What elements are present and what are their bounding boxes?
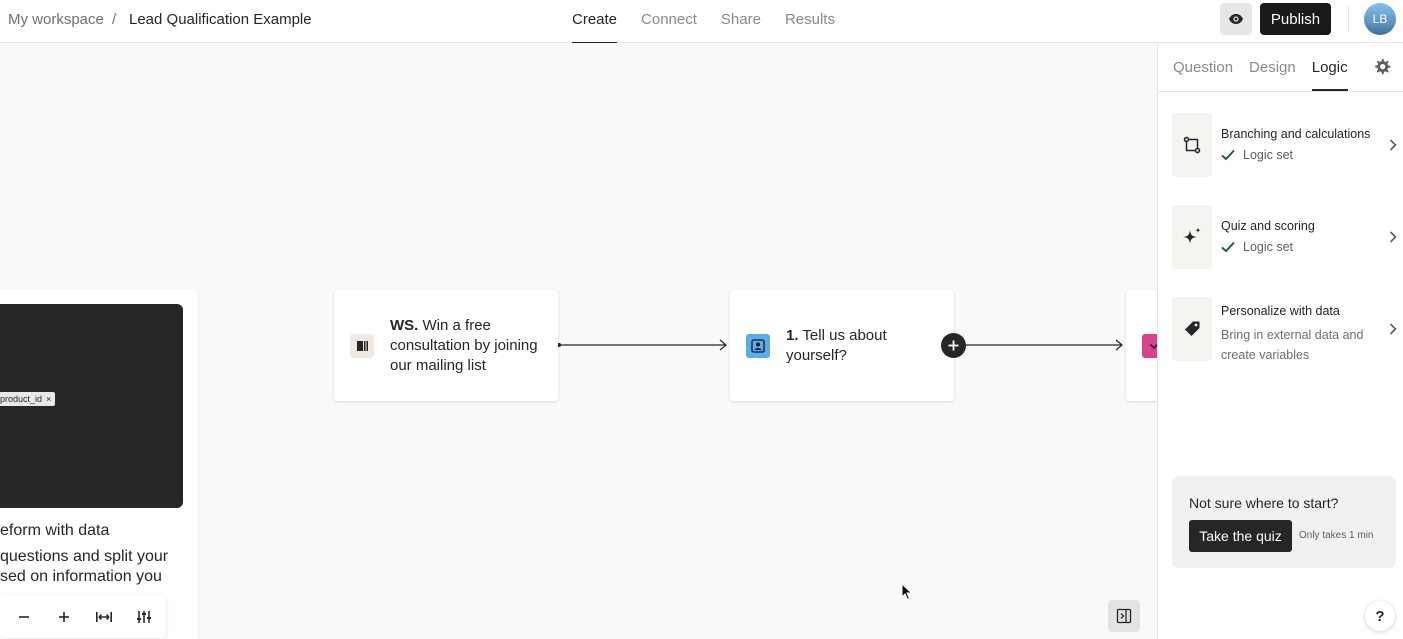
breadcrumb-workspace[interactable]: My workspace	[8, 11, 104, 28]
mouse-cursor-icon	[901, 583, 913, 601]
option-status: Logic set	[1221, 240, 1293, 254]
node-title: Tell us about yourself?	[786, 327, 887, 364]
right-panel: Question Design Logic Branching and calc…	[1157, 43, 1403, 639]
quiz-prompt-question: Not sure where to start?	[1189, 495, 1339, 511]
quiz-prompt-card: Not sure where to start? Take the quiz O…	[1172, 476, 1396, 568]
breadcrumb-separator: /	[112, 11, 117, 28]
panel-collapse-icon	[1116, 608, 1132, 624]
panel-tabs-divider	[1158, 91, 1403, 92]
eye-icon	[1229, 14, 1243, 24]
main-nav-tabs: Create Connect Share Results	[572, 0, 835, 44]
connector-ws-to-1	[559, 339, 727, 351]
publish-button[interactable]: Publish	[1260, 3, 1331, 35]
chevron-right-icon	[1389, 231, 1397, 243]
tag-icon	[1185, 321, 1200, 336]
tab-connect[interactable]: Connect	[641, 0, 697, 43]
option-icon-box	[1172, 205, 1212, 269]
tab-design[interactable]: Design	[1249, 43, 1296, 91]
breadcrumb-form-name[interactable]: Lead Qualification Example	[129, 11, 312, 28]
option-title: Personalize with data	[1221, 304, 1340, 318]
question-node-partial[interactable]	[1126, 290, 1157, 401]
dropdown-icon	[1149, 343, 1157, 350]
branching-icon	[1183, 136, 1201, 154]
take-quiz-button[interactable]: Take the quiz	[1189, 520, 1292, 552]
help-button[interactable]: ?	[1365, 601, 1395, 631]
node-label: WS. Win a free consultation by joining o…	[390, 316, 550, 376]
checkmark-icon	[1221, 149, 1235, 161]
avatar[interactable]: LB	[1364, 3, 1396, 35]
node-ref: 1.	[786, 327, 799, 344]
option-status-label: Logic set	[1243, 148, 1294, 162]
chevron-right-icon	[1389, 323, 1397, 335]
option-title: Branching and calculations	[1221, 127, 1371, 141]
flow-canvas[interactable]: product_id × eform with data questions a…	[0, 43, 1157, 639]
top-bar: My workspace / Lead Qualification Exampl…	[0, 0, 1403, 44]
option-title: Quiz and scoring	[1221, 219, 1315, 233]
header-divider	[1348, 6, 1349, 32]
node-type-badge	[1142, 334, 1157, 358]
question-node[interactable]: 1. Tell us about yourself?	[730, 290, 954, 401]
connector-1-to-2	[966, 339, 1123, 351]
plus-icon	[948, 340, 959, 351]
tab-question[interactable]: Question	[1173, 43, 1233, 91]
tab-share[interactable]: Share	[721, 0, 761, 43]
sparkle-icon	[1183, 227, 1201, 244]
node-type-badge	[746, 334, 770, 358]
option-icon-box	[1172, 297, 1212, 361]
logic-option-quiz[interactable]: Quiz and scoring Logic set	[1172, 205, 1400, 271]
gear-icon[interactable]	[1372, 57, 1392, 77]
option-description: Bring in external data and create variab…	[1221, 328, 1364, 362]
logic-option-personalize[interactable]: Personalize with data Bring in external …	[1172, 297, 1400, 363]
panel-tabs: Question Design Logic	[1173, 43, 1348, 91]
chevron-right-icon	[1389, 139, 1397, 151]
tab-logic[interactable]: Logic	[1311, 43, 1348, 91]
node-ref: WS.	[390, 317, 419, 334]
welcome-screen-icon	[357, 341, 368, 351]
option-status-label: Logic set	[1243, 240, 1294, 254]
tab-results[interactable]: Results	[785, 0, 835, 43]
checkmark-icon	[1221, 241, 1235, 253]
flow-connectors	[557, 339, 1123, 351]
add-node-button[interactable]	[941, 333, 966, 358]
logic-option-branching[interactable]: Branching and calculations Logic set	[1172, 113, 1400, 179]
welcome-screen-node[interactable]: WS. Win a free consultation by joining o…	[334, 290, 558, 401]
tab-create[interactable]: Create	[572, 0, 618, 44]
preview-button[interactable]	[1220, 3, 1252, 35]
option-icon-box	[1172, 113, 1212, 177]
option-status: Logic set	[1221, 148, 1293, 162]
contact-card-icon	[751, 339, 765, 353]
toggle-panel-button[interactable]	[1108, 600, 1140, 632]
quiz-duration-note: Only takes 1 min	[1299, 530, 1374, 541]
node-type-badge	[350, 334, 374, 358]
node-label: 1. Tell us about yourself?	[786, 326, 936, 366]
